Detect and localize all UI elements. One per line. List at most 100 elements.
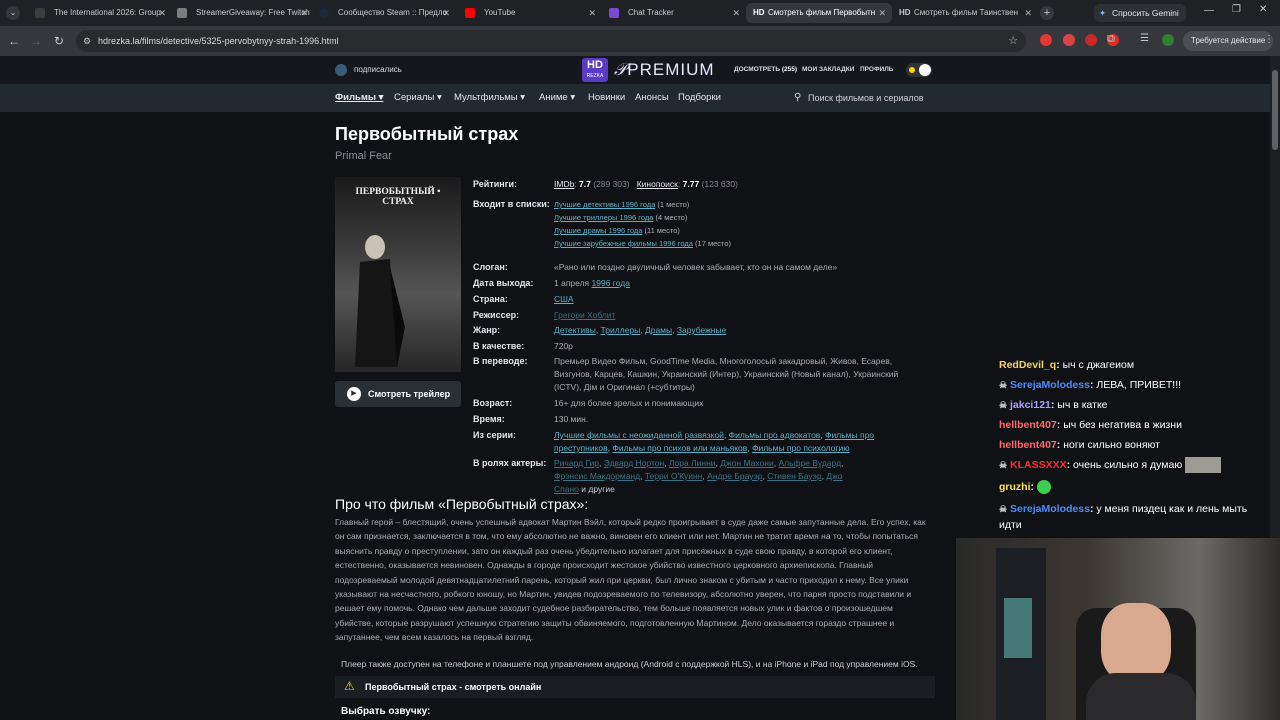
film-poster[interactable]: ПЕРВОБЫТНЫЙ • СТРАХ <box>335 177 461 372</box>
series-link[interactable]: Фильмы про адвокатов <box>729 430 821 440</box>
series-link[interactable]: Лучшие фильмы с неожиданной развязкой <box>554 430 724 440</box>
close-icon[interactable]: ✕ <box>442 3 450 23</box>
search-input[interactable]: Поиск фильмов и сериалов <box>808 84 924 112</box>
browser-tab-bar: ⌄ The International 2026: Group ✕ Stream… <box>0 0 1280 26</box>
extension-icon[interactable] <box>1040 34 1052 46</box>
url-text[interactable]: hdrezka.la/films/detective/5325-pervobyt… <box>98 30 339 52</box>
ratings-value: IMDb: 7.7 (289 303) Кинопоиск: 7.77 (123… <box>554 179 738 189</box>
watch-online-bar: ⚠ Первобытный страх - смотреть онлайн <box>335 676 935 698</box>
actor-link[interactable]: Эдвард Нортон <box>604 458 664 468</box>
actor-link[interactable]: Стивен Бауэр <box>767 471 821 481</box>
actor-link[interactable]: Лора Линни <box>669 458 716 468</box>
browser-tab[interactable]: Chat Tracker ✕ <box>600 3 746 23</box>
translation-label: В переводе: <box>473 356 528 366</box>
genre-link[interactable]: Зарубежные <box>677 325 726 335</box>
nav-series[interactable]: Сериалы ▾ <box>394 84 442 112</box>
site-info-icon[interactable]: ⚙ <box>83 30 91 52</box>
theme-toggle[interactable] <box>906 63 932 77</box>
chat-message: hellbent407: ыч без негатива в жизни <box>999 419 1182 431</box>
release-year-link[interactable]: 1996 года <box>592 278 630 288</box>
actor-link[interactable]: Ричард Гир <box>554 458 599 468</box>
close-window-button[interactable]: ✕ <box>1259 4 1267 15</box>
browser-toolbar: ← → ↻ ⚙ hdrezka.la/films/detective/5325-… <box>0 26 1280 56</box>
webcam-person-body <box>1086 673 1196 720</box>
profile-action-button[interactable]: Требуется действие <box>1183 31 1274 51</box>
tab-search-button[interactable]: ⌄ <box>6 6 20 20</box>
reload-icon[interactable]: ↻ <box>52 34 66 48</box>
about-title: Про что фильм «Первобытный страх»: <box>335 496 589 512</box>
nav-collections[interactable]: Подборки <box>678 84 721 112</box>
director-link[interactable]: Грегори Хоблит <box>554 309 615 322</box>
avatar[interactable] <box>1162 34 1174 46</box>
genre-link[interactable]: Детективы <box>554 325 596 335</box>
close-icon[interactable]: ✕ <box>878 3 886 23</box>
actor-link[interactable]: Фрэнсис Макдорманд <box>554 471 640 481</box>
reading-list-icon[interactable]: ☰ <box>1140 33 1152 45</box>
genre-link[interactable]: Драмы <box>645 325 672 335</box>
extensions-puzzle-icon[interactable]: ⧉ <box>1107 33 1119 45</box>
profile-link[interactable]: ПРОФИЛЬ <box>860 56 893 84</box>
list-link[interactable]: Лучшие зарубежные фильмы 1996 года <box>554 239 693 248</box>
nav-new[interactable]: Новинки <box>588 84 625 112</box>
quality-label: В качестве: <box>473 341 525 351</box>
country-link[interactable]: США <box>554 293 574 306</box>
tab-title: StreamerGiveaway: Free Twitch <box>196 8 310 17</box>
forward-arrow-icon[interactable]: → <box>29 34 43 48</box>
subscribe-link[interactable]: подписались <box>354 56 402 84</box>
extension-icon[interactable] <box>1085 34 1097 46</box>
close-icon[interactable]: ✕ <box>158 3 166 23</box>
actor-link[interactable]: Терри О'Куинн <box>645 471 703 481</box>
new-tab-button[interactable]: + <box>1040 6 1054 20</box>
search-icon[interactable]: ⚲ <box>794 84 801 112</box>
imdb-link[interactable]: IMDb <box>554 179 574 189</box>
list-link[interactable]: Лучшие триллеры 1996 года <box>554 213 653 222</box>
browser-tab[interactable]: The International 2026: Group ✕ <box>26 3 172 23</box>
series-link[interactable]: Фильмы про психологию <box>752 443 850 453</box>
close-icon[interactable]: ✕ <box>300 3 308 23</box>
nav-films[interactable]: Фильмы ▾ <box>335 84 383 112</box>
chat-nick: jakci121 <box>1010 399 1051 411</box>
logo-p-icon: 𝒫 <box>614 60 628 79</box>
chat-message: RedDevil_q: ыч с джагеиом <box>999 359 1135 371</box>
address-bar[interactable]: ⚙ hdrezka.la/films/detective/5325-pervob… <box>76 30 1026 52</box>
director-label: Режиссер: <box>473 310 520 320</box>
scrollbar-thumb[interactable] <box>1272 70 1278 150</box>
site-logo[interactable]: HD REZKA 𝒫PREMIUM <box>582 58 714 82</box>
kinopoisk-link[interactable]: Кинопоиск <box>637 179 678 189</box>
nav-cartoons[interactable]: Мультфильмы ▾ <box>454 84 525 112</box>
browser-tab-active[interactable]: HD Смотреть фильм Первобытн ✕ <box>746 3 892 23</box>
close-icon[interactable]: ✕ <box>588 3 596 23</box>
bookmark-star-icon[interactable]: ☆ <box>1008 30 1018 52</box>
actor-link[interactable]: Альфре Вудард <box>778 458 841 468</box>
nav-anime[interactable]: Аниме ▾ <box>539 84 575 112</box>
actor-link[interactable]: Джон Махони <box>720 458 773 468</box>
chat-tracker-icon <box>609 8 619 18</box>
actor-link[interactable]: Андре Брауэр <box>707 471 762 481</box>
chat-message: gruzhi: <box>999 479 1271 495</box>
continue-watching-link[interactable]: ДОСМОТРЕТЬ (255) <box>734 56 797 84</box>
browser-tab[interactable]: StreamerGiveaway: Free Twitch ✕ <box>168 3 314 23</box>
genre-link[interactable]: Триллеры <box>601 325 641 335</box>
site-top-bar: подписались HD REZKA 𝒫PREMIUM ДОСМОТРЕТЬ… <box>0 56 1270 84</box>
browser-tab[interactable]: HD Смотреть фильм Таинствен ✕ <box>892 3 1038 23</box>
close-icon[interactable]: ✕ <box>1024 3 1032 23</box>
minimize-button[interactable]: — <box>1204 5 1214 16</box>
maximize-button[interactable]: ❐ <box>1232 4 1241 15</box>
close-icon[interactable]: ✕ <box>732 3 740 23</box>
chat-text: ыч без негатива в жизни <box>1063 419 1182 431</box>
genre-label: Жанр: <box>473 325 501 335</box>
gemini-button[interactable]: ✦ Спросить Gemini <box>1094 4 1186 22</box>
menu-dots-icon[interactable]: ⋮ <box>1264 34 1274 45</box>
bookmarks-link[interactable]: МОИ ЗАКЛАДКИ <box>802 56 854 84</box>
player-note: Плеер также доступен на телефоне и планш… <box>341 659 918 669</box>
list-link[interactable]: Лучшие драмы 1996 года <box>554 226 642 235</box>
webcam-screen-glow <box>1004 598 1032 658</box>
series-link[interactable]: Фильмы про психов или маньяков <box>612 443 747 453</box>
list-link[interactable]: Лучшие детективы 1996 года <box>554 200 655 209</box>
browser-tab[interactable]: Сообщество Steam :: Предло ✕ <box>310 3 456 23</box>
back-arrow-icon[interactable]: ← <box>7 34 21 48</box>
extension-icon[interactable] <box>1063 34 1075 46</box>
trailer-button[interactable]: ▶ Смотреть трейлер <box>335 381 461 407</box>
browser-tab[interactable]: YouTube ✕ <box>456 3 602 23</box>
nav-announcements[interactable]: Анонсы <box>635 84 669 112</box>
